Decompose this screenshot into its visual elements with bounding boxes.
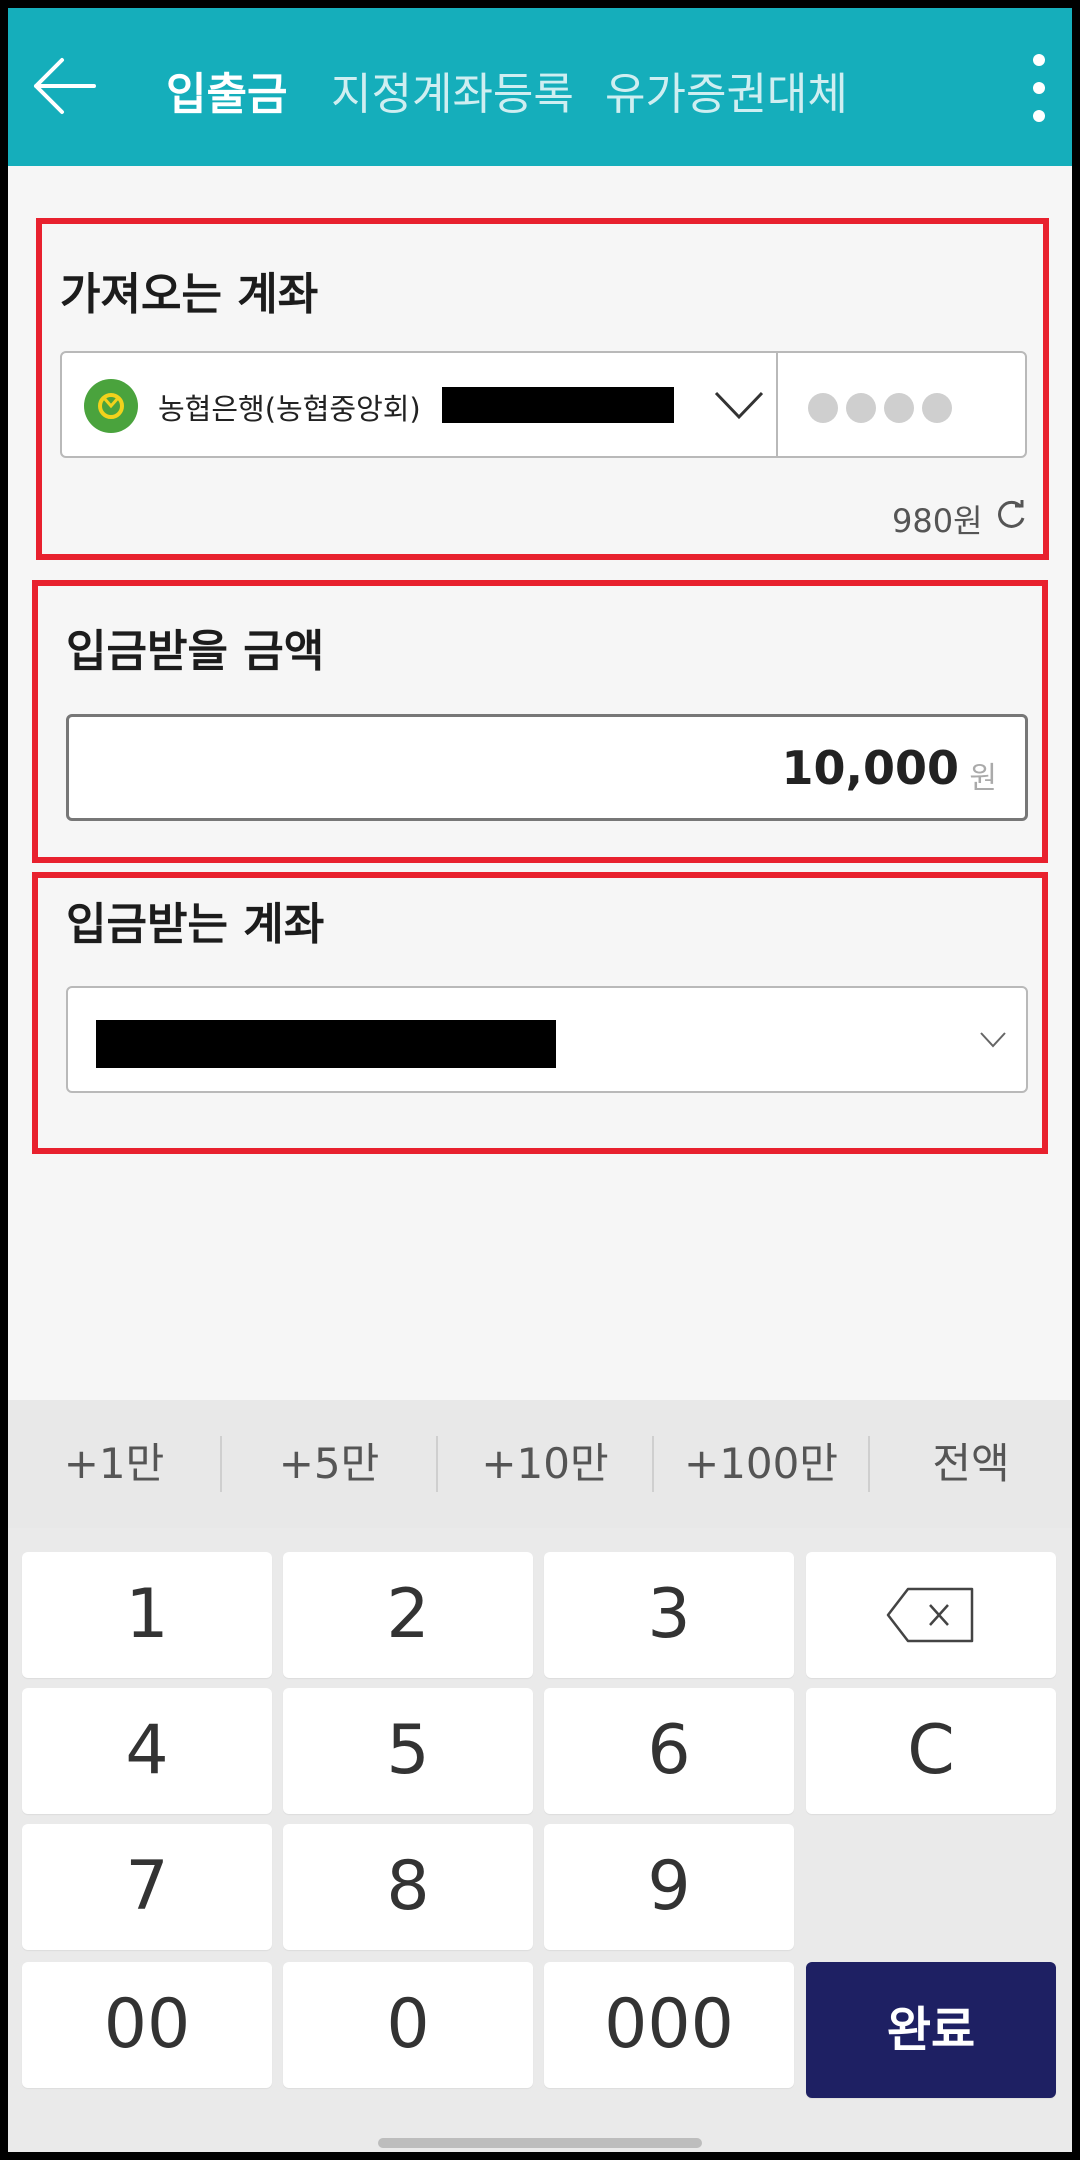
key-9[interactable]: 9 [544, 1824, 794, 1950]
amount-value: 10,000 [781, 741, 959, 795]
masked-account-number [442, 387, 674, 423]
more-button[interactable] [1024, 54, 1054, 122]
key-3[interactable]: 3 [544, 1552, 794, 1678]
key-0[interactable]: 0 [283, 1962, 533, 2088]
key-2[interactable]: 2 [283, 1552, 533, 1678]
refresh-icon[interactable] [994, 498, 1028, 532]
key-4[interactable]: 4 [22, 1688, 272, 1814]
back-button[interactable] [28, 48, 100, 124]
home-indicator[interactable] [378, 2138, 702, 2148]
quick-amount-bar: +1만 +5만 +10만 +100만 전액 [8, 1400, 1072, 1528]
key-1[interactable]: 1 [22, 1552, 272, 1678]
masked-recipient-account [96, 1020, 556, 1068]
backspace-icon [886, 1587, 974, 1643]
tab-securities-transfer[interactable]: 유가증권대체 [605, 58, 848, 122]
screen: 입출금 지정계좌등록 유가증권대체 가져오는 계좌 농협은행(농협중앙회) 98… [8, 8, 1072, 2152]
field-divider [776, 353, 778, 456]
to-account-title: 입금받는 계좌 [66, 899, 325, 950]
from-account-selector[interactable]: 농협은행(농협중앙회) [60, 351, 1027, 458]
quick-add-100k[interactable]: +10만 [438, 1400, 652, 1528]
tab-deposit-withdraw[interactable]: 입출금 [166, 58, 287, 122]
password-input[interactable] [808, 393, 960, 423]
amount-title: 입금받을 금액 [66, 626, 325, 677]
from-account-title: 가져오는 계좌 [60, 269, 319, 320]
bank-name: 농협은행(농협중앙회) [158, 392, 421, 426]
backspace-key[interactable] [806, 1552, 1056, 1678]
key-5[interactable]: 5 [283, 1688, 533, 1814]
key-000[interactable]: 000 [544, 1962, 794, 2088]
tab-designated-account[interactable]: 지정계좌등록 [331, 58, 574, 122]
header-bar: 입출금 지정계좌등록 유가증권대체 [8, 8, 1072, 166]
balance-text: 980원 [892, 502, 983, 540]
chevron-down-icon[interactable] [714, 389, 764, 421]
arrow-left-icon [34, 58, 96, 114]
key-00[interactable]: 00 [22, 1962, 272, 2088]
quick-full-amount[interactable]: 전액 [870, 1400, 1072, 1528]
chevron-down-icon[interactable] [980, 1032, 1006, 1048]
bank-logo-icon [84, 379, 138, 433]
quick-add-10k[interactable]: +1만 [8, 1400, 220, 1528]
key-8[interactable]: 8 [283, 1824, 533, 1950]
key-6[interactable]: 6 [544, 1688, 794, 1814]
amount-unit: 원 [969, 761, 997, 796]
quick-add-1m[interactable]: +100만 [654, 1400, 868, 1528]
to-account-selector[interactable] [66, 986, 1028, 1093]
numeric-keypad: 1 2 3 4 5 6 C 7 8 9 00 0 000 완료 [8, 1528, 1072, 2152]
done-button[interactable]: 완료 [806, 1962, 1056, 2098]
quick-add-50k[interactable]: +5만 [222, 1400, 436, 1528]
key-7[interactable]: 7 [22, 1824, 272, 1950]
clear-key[interactable]: C [806, 1688, 1056, 1814]
amount-input[interactable]: 10,000 원 [66, 714, 1028, 821]
